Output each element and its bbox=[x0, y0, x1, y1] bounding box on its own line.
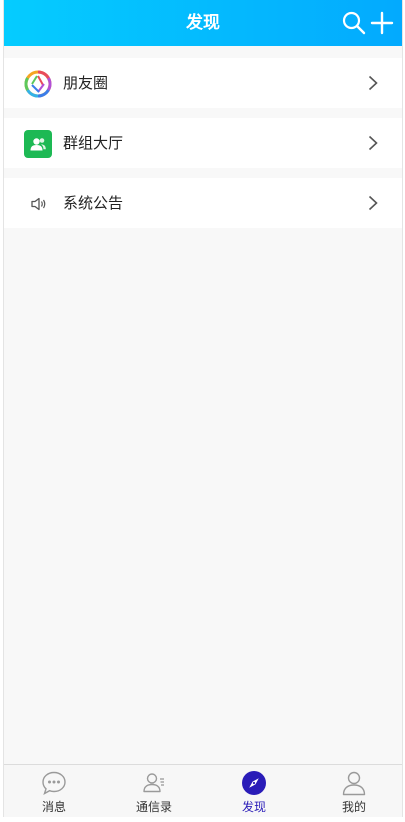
chat-bubble-icon bbox=[41, 770, 67, 796]
moments-aperture-icon bbox=[24, 70, 52, 98]
compass-icon bbox=[241, 770, 267, 796]
menu-item-label: 群组大厅 bbox=[63, 134, 124, 152]
menu-item-moments[interactable]: 朋友圈 bbox=[4, 58, 402, 108]
tab-label: 通信录 bbox=[135, 800, 172, 814]
menu-item-label: 朋友圈 bbox=[63, 74, 109, 92]
chevron-right-icon bbox=[368, 75, 378, 91]
tab-contacts[interactable]: 通信录 bbox=[104, 765, 204, 817]
chevron-right-icon bbox=[368, 135, 378, 151]
discover-menu: 朋友圈 群组大厅 系统公告 bbox=[4, 58, 402, 238]
speaker-icon bbox=[24, 190, 52, 218]
tab-discover[interactable]: 发现 bbox=[204, 765, 304, 817]
search-icon[interactable] bbox=[342, 11, 366, 35]
plus-icon[interactable] bbox=[370, 11, 394, 35]
top-bar: 发现 bbox=[4, 0, 402, 46]
discover-screen: 发现 朋友圈 群组大厅 系统公告 消息 通信录 发现 我的 bbox=[3, 0, 403, 817]
user-icon bbox=[341, 770, 367, 796]
tab-label: 我的 bbox=[341, 800, 366, 814]
tab-label: 发现 bbox=[241, 800, 266, 814]
tab-me[interactable]: 我的 bbox=[304, 765, 402, 817]
group-hall-icon bbox=[24, 130, 52, 158]
bottom-tab-bar: 消息 通信录 发现 我的 bbox=[4, 764, 402, 817]
menu-item-group-hall[interactable]: 群组大厅 bbox=[4, 118, 402, 168]
menu-item-announcements[interactable]: 系统公告 bbox=[4, 178, 402, 228]
tab-label: 消息 bbox=[41, 800, 66, 814]
chevron-right-icon bbox=[368, 195, 378, 211]
menu-item-label: 系统公告 bbox=[63, 194, 124, 212]
tab-messages[interactable]: 消息 bbox=[4, 765, 104, 817]
contacts-icon bbox=[141, 770, 167, 796]
